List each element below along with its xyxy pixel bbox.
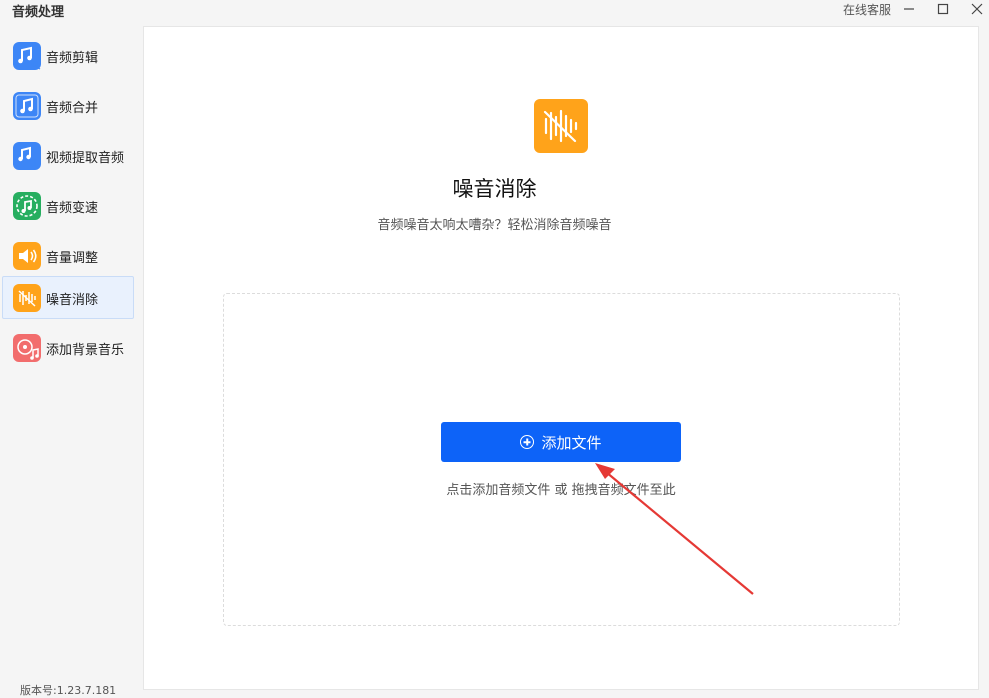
title-bar: 音频处理 在线客服 [0,0,989,22]
video-extract-audio-icon [13,142,41,170]
sidebar-item-label: 音频剪辑 [46,51,99,66]
sidebar-item-volume[interactable]: 音量调整 [2,234,134,277]
maximize-icon[interactable] [932,0,954,18]
sidebar-item-label: 视频提取音频 [46,151,125,166]
sidebar-item-label: 音频合并 [46,101,99,116]
sidebar-item-noise-remove[interactable]: 噪音消除 [2,276,134,319]
add-file-label: 添加文件 [541,433,602,452]
sidebar-item-label: 添加背景音乐 [46,343,125,358]
sidebar-item-label: 音量调整 [46,251,99,266]
audio-cut-icon [13,42,41,70]
background-music-icon [13,334,41,362]
sidebar: 音频剪辑 音频合并 视频提取音频 音频变速 音量调整 噪音消除 添加背景音乐 [0,24,138,698]
plus-circle-icon [520,435,535,449]
sidebar-item-video-extract-audio[interactable]: 视频提取音频 [2,134,134,177]
page-subtitle: 音频噪音太响太嘈杂？轻松消除音频噪音 [377,218,612,233]
sidebar-item-audio-merge[interactable]: 音频合并 [2,84,134,127]
app-title: 音频处理 [12,5,65,20]
online-support-link[interactable]: 在线客服 [843,1,891,18]
sidebar-item-audio-cut[interactable]: 音频剪辑 [2,34,134,77]
noise-remove-icon [13,284,41,312]
version-label: 版本号:1.23.7.181 [20,684,117,697]
volume-icon [13,242,41,270]
drop-hint: 点击添加音频文件 或 拖拽音频文件至此 [446,483,676,498]
close-icon[interactable] [966,0,988,18]
minimize-icon[interactable] [898,0,920,18]
page-title: 噪音消除 [452,177,537,201]
noise-remove-icon [534,99,588,153]
audio-merge-icon [13,92,41,120]
sidebar-item-label: 噪音消除 [46,293,99,308]
add-file-button[interactable]: 添加文件 [441,422,681,462]
sidebar-item-background-music[interactable]: 添加背景音乐 [2,326,134,369]
